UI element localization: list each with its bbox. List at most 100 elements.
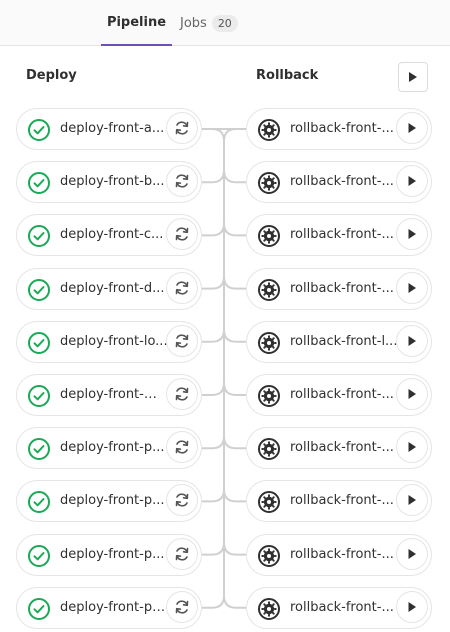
retry-button[interactable] — [166, 272, 198, 304]
status-manual-icon — [257, 384, 281, 408]
status-success-icon — [27, 171, 51, 195]
deploy-job-8[interactable]: deploy-front-p... — [16, 480, 202, 522]
status-manual-icon — [257, 437, 281, 461]
status-success-icon — [27, 118, 51, 142]
retry-icon — [175, 281, 189, 295]
status-manual-icon — [257, 597, 281, 621]
rollback-job-4[interactable]: rollback-front-... — [246, 268, 432, 310]
job-name: rollback-front-... — [290, 387, 394, 402]
retry-button[interactable] — [166, 325, 198, 357]
retry-button[interactable] — [166, 112, 198, 144]
rollback-stage-play-button[interactable] — [398, 62, 428, 92]
job-name: rollback-front-... — [290, 547, 394, 562]
play-icon — [409, 72, 417, 82]
connector-line — [202, 329, 225, 343]
connector-line — [202, 170, 225, 184]
job-name: deploy-front-a... — [60, 121, 165, 136]
retry-button[interactable] — [166, 165, 198, 197]
job-name: deploy-front-pr... — [60, 600, 168, 615]
play-icon — [408, 283, 416, 293]
play-button[interactable] — [396, 484, 428, 516]
connector-line — [223, 276, 246, 290]
retry-icon — [175, 547, 189, 561]
connector-line — [223, 329, 246, 343]
rollback-job-5[interactable]: rollback-front-l... — [246, 321, 432, 363]
job-name: rollback-front-... — [290, 281, 394, 296]
rollback-job-2[interactable]: rollback-front-... — [246, 161, 432, 203]
job-name: deploy-front-d... — [60, 281, 165, 296]
deploy-job-4[interactable]: deploy-front-d... — [16, 268, 202, 310]
job-name: rollback-front-... — [290, 227, 394, 242]
rollback-job-8[interactable]: rollback-front-... — [246, 480, 432, 522]
job-name: rollback-front-... — [290, 600, 394, 615]
status-success-icon — [27, 437, 51, 461]
play-button[interactable] — [396, 218, 428, 250]
play-icon — [408, 176, 416, 186]
retry-icon — [175, 121, 189, 135]
pipeline-tabs: Pipeline Jobs 20 — [0, 0, 450, 46]
connector-line — [223, 436, 246, 450]
rollback-job-1[interactable]: rollback-front-... — [246, 108, 432, 150]
deploy-job-1[interactable]: deploy-front-a... — [16, 108, 202, 150]
deploy-job-6[interactable]: deploy-front-m... — [16, 374, 202, 416]
status-manual-icon — [257, 118, 281, 142]
job-name: deploy-front-lo... — [60, 334, 168, 349]
play-button[interactable] — [396, 165, 428, 197]
retry-button[interactable] — [166, 218, 198, 250]
connector-line — [223, 170, 246, 184]
retry-button[interactable] — [166, 538, 198, 570]
connector-line — [223, 382, 246, 396]
rollback-job-7[interactable]: rollback-front-... — [246, 427, 432, 469]
retry-button[interactable] — [166, 591, 198, 623]
connector-line — [223, 128, 237, 142]
play-icon — [408, 495, 416, 505]
rollback-job-6[interactable]: rollback-front-... — [246, 374, 432, 416]
status-success-icon — [27, 278, 51, 302]
rollback-job-3[interactable]: rollback-front-... — [246, 214, 432, 256]
deploy-job-2[interactable]: deploy-front-b... — [16, 161, 202, 203]
play-icon — [408, 442, 416, 452]
play-button[interactable] — [396, 431, 428, 463]
play-icon — [408, 602, 416, 612]
status-manual-icon — [257, 490, 281, 514]
job-name: rollback-front-... — [290, 121, 394, 136]
retry-icon — [175, 600, 189, 614]
job-name: rollback-front-... — [290, 493, 394, 508]
job-name: deploy-front-m... — [60, 387, 168, 402]
connector-line — [202, 489, 225, 503]
job-name: deploy-front-p... — [60, 547, 165, 562]
deploy-job-7[interactable]: deploy-front-p... — [16, 427, 202, 469]
play-button[interactable] — [396, 272, 428, 304]
play-button[interactable] — [396, 378, 428, 410]
rollback-job-9[interactable]: rollback-front-... — [246, 534, 432, 576]
retry-icon — [175, 227, 189, 241]
tab-pipeline-label: Pipeline — [106, 14, 167, 30]
play-button[interactable] — [396, 112, 428, 144]
connector-line — [202, 382, 225, 396]
job-name: rollback-front-... — [290, 174, 394, 189]
status-manual-icon — [257, 224, 281, 248]
deploy-job-5[interactable]: deploy-front-lo... — [16, 321, 202, 363]
retry-icon — [175, 493, 189, 507]
play-button[interactable] — [396, 591, 428, 623]
retry-button[interactable] — [166, 484, 198, 516]
deploy-job-9[interactable]: deploy-front-p... — [16, 534, 202, 576]
play-button[interactable] — [396, 325, 428, 357]
deploy-job-3[interactable]: deploy-front-c... — [16, 214, 202, 256]
status-manual-icon — [257, 278, 281, 302]
rollback-job-10[interactable]: rollback-front-... — [246, 587, 432, 629]
retry-icon — [175, 440, 189, 454]
connector-line — [202, 223, 225, 237]
retry-icon — [175, 334, 189, 348]
status-success-icon — [27, 597, 51, 621]
play-icon — [408, 336, 416, 346]
tab-jobs[interactable]: Jobs 20 — [180, 0, 238, 46]
job-name: deploy-front-p... — [60, 493, 165, 508]
play-button[interactable] — [396, 538, 428, 570]
deploy-job-10[interactable]: deploy-front-pr... — [16, 587, 202, 629]
tab-pipeline[interactable]: Pipeline — [101, 0, 172, 46]
connector-line — [223, 542, 246, 556]
retry-button[interactable] — [166, 431, 198, 463]
retry-button[interactable] — [166, 378, 198, 410]
job-name: rollback-front-l... — [290, 334, 398, 349]
